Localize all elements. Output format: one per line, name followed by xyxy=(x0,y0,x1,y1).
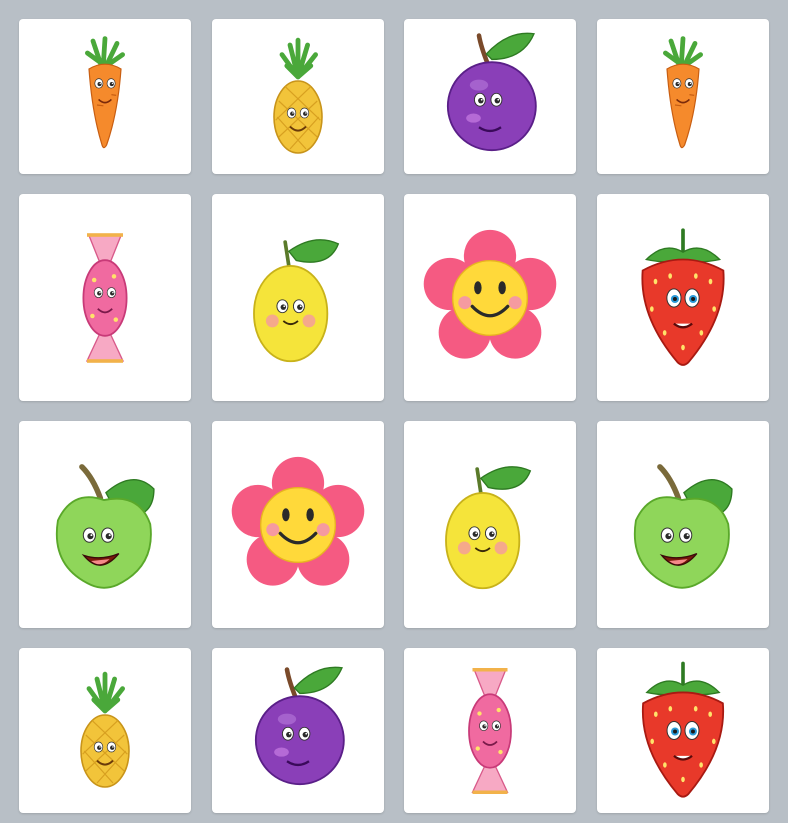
card-pineapple[interactable]: pineapple xyxy=(212,19,384,174)
card-plum[interactable]: plum xyxy=(404,19,576,174)
carrot-icon xyxy=(643,27,723,167)
candy-icon xyxy=(445,661,535,801)
card-lemon[interactable]: lemon xyxy=(212,194,384,401)
strawberry-icon xyxy=(628,223,738,373)
apple-icon xyxy=(623,450,743,600)
memory-game-board: carrot pineapple plum carrot candy lemon… xyxy=(0,0,788,823)
candy-icon xyxy=(60,223,150,373)
carrot-icon xyxy=(65,27,145,167)
strawberry-icon xyxy=(628,658,738,803)
pineapple-icon xyxy=(65,661,145,801)
card-carrot[interactable]: carrot xyxy=(19,19,191,174)
lemon-icon xyxy=(435,455,545,595)
card-lemon[interactable]: lemon xyxy=(404,421,576,628)
card-candy[interactable]: candy xyxy=(19,194,191,401)
plum-icon xyxy=(435,27,545,167)
flower-icon xyxy=(420,228,560,368)
card-candy[interactable]: candy xyxy=(404,648,576,813)
card-apple[interactable]: apple xyxy=(597,421,769,628)
flower-icon xyxy=(228,455,368,595)
pineapple-icon xyxy=(258,27,338,167)
card-flower[interactable]: flower xyxy=(212,421,384,628)
plum-icon xyxy=(243,661,353,801)
card-plum[interactable]: plum xyxy=(212,648,384,813)
card-strawberry[interactable]: strawberry xyxy=(597,648,769,813)
card-apple[interactable]: apple xyxy=(19,421,191,628)
card-carrot[interactable]: carrot xyxy=(597,19,769,174)
card-pineapple[interactable]: pineapple xyxy=(19,648,191,813)
card-strawberry[interactable]: strawberry xyxy=(597,194,769,401)
lemon-icon xyxy=(243,228,353,368)
card-flower[interactable]: flower xyxy=(404,194,576,401)
apple-icon xyxy=(45,450,165,600)
